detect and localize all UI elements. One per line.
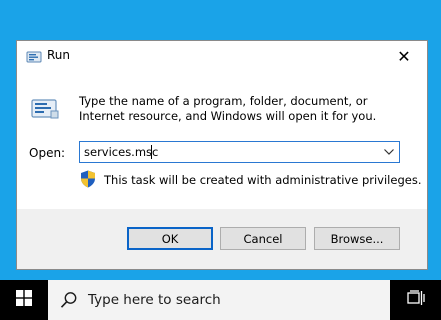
ok-button[interactable]: OK [127, 227, 213, 250]
open-label: Open: [29, 146, 66, 160]
search-placeholder: Type here to search [88, 292, 221, 308]
run-icon [26, 49, 42, 63]
run-program-icon [31, 97, 59, 121]
task-view-button[interactable] [390, 280, 441, 320]
uac-shield-icon [80, 170, 96, 188]
close-button[interactable]: ✕ [381, 41, 427, 71]
title-bar[interactable]: Run ✕ [17, 41, 427, 71]
open-input[interactable] [80, 142, 374, 162]
search-icon [60, 291, 78, 309]
text-caret [151, 145, 152, 159]
open-combobox[interactable] [79, 141, 400, 163]
taskbar-search-box[interactable]: Type here to search [48, 280, 390, 320]
run-dialog: Run ✕ Type the name of a program, folder… [16, 40, 428, 270]
dialog-title: Run [47, 48, 71, 62]
browse-button[interactable]: Browse... [314, 227, 400, 250]
start-button[interactable] [0, 280, 48, 320]
dialog-body: Type the name of a program, folder, docu… [17, 71, 427, 209]
admin-privileges-note: This task will be created with administr… [104, 173, 422, 187]
taskbar: Type here to search [0, 280, 441, 320]
windows-logo-icon [16, 290, 32, 310]
cancel-button[interactable]: Cancel [220, 227, 306, 250]
button-bar: OK Cancel Browse... [17, 209, 427, 269]
dialog-description: Type the name of a program, folder, docu… [79, 94, 377, 123]
task-view-icon [406, 290, 425, 310]
close-icon: ✕ [397, 46, 411, 66]
chevron-down-icon[interactable] [381, 144, 397, 160]
